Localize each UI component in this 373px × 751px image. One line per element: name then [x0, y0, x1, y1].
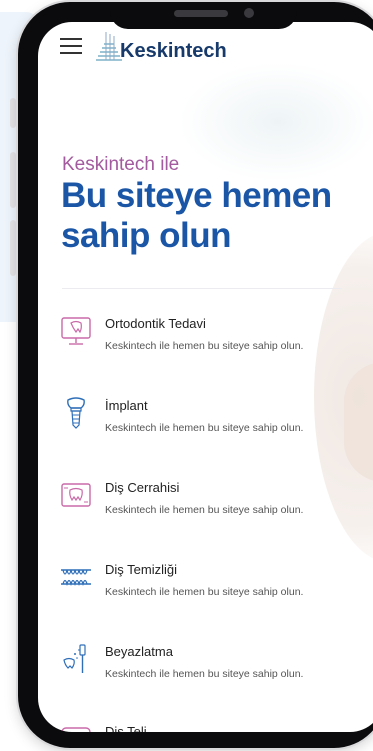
service-item-implant[interactable]: İmplant Keskintech ile hemen bu siteye s… — [60, 396, 360, 446]
service-item-beyazlatma[interactable]: Beyazlatma Keskintech ile hemen bu sitey… — [60, 642, 360, 692]
hamburger-menu-icon[interactable] — [60, 38, 82, 54]
service-title: İmplant — [105, 398, 148, 413]
whitening-brush-icon — [63, 644, 86, 673]
service-title: Diş Cerrahisi — [105, 480, 180, 495]
phone-notch — [110, 2, 297, 29]
service-title: Ortodontik Tedavi — [105, 316, 206, 331]
hero-title: Bu siteye hemen sahip olun — [61, 176, 332, 255]
hero-divider — [62, 288, 342, 289]
service-item-dis-temizligi[interactable]: Diş Temizliği Keskintech ile hemen bu si… — [60, 560, 360, 610]
service-item-dis-teli[interactable]: Diş Teli — [60, 722, 360, 732]
site-header: Keskintech — [38, 22, 373, 78]
service-title: Beyazlatma — [105, 644, 173, 659]
service-description: Keskintech ile hemen bu siteye sahip olu… — [105, 504, 304, 516]
phone-screen: Keskintech Keskintech ile Bu siteye heme… — [38, 22, 373, 732]
phone-volume-down-button — [10, 220, 16, 276]
site-logo[interactable]: Keskintech — [94, 28, 227, 64]
phone-volume-up-button — [10, 152, 16, 208]
background-watermark — [178, 62, 373, 182]
tooth-scan-icon — [61, 483, 91, 507]
phone-camera — [244, 8, 254, 18]
hero-subtitle: Keskintech ile — [62, 154, 180, 175]
viewport: Keskintech Keskintech ile Bu siteye heme… — [0, 0, 373, 751]
phone-frame: Keskintech Keskintech ile Bu siteye heme… — [18, 2, 373, 748]
service-description: Keskintech ile hemen bu siteye sahip olu… — [105, 668, 304, 680]
phone-mute-switch — [10, 98, 16, 128]
phone-speaker — [174, 10, 228, 17]
teeth-cleaning-icon — [61, 569, 91, 587]
service-description: Keskintech ile hemen bu siteye sahip olu… — [105, 340, 304, 352]
service-description: Keskintech ile hemen bu siteye sahip olu… — [105, 422, 304, 434]
service-title: Diş Temizliği — [105, 562, 177, 577]
service-title: Diş Teli — [105, 724, 147, 732]
braces-icon — [61, 727, 91, 732]
service-item-ortodontik-tedavi[interactable]: Ortodontik Tedavi Keskintech ile hemen b… — [60, 314, 360, 364]
service-description: Keskintech ile hemen bu siteye sahip olu… — [105, 586, 304, 598]
monitor-tooth-icon — [61, 317, 91, 345]
service-item-dis-cerrahisi[interactable]: Diş Cerrahisi Keskintech ile hemen bu si… — [60, 478, 360, 528]
logo-text: Keskintech — [120, 40, 227, 62]
implant-icon — [67, 397, 85, 429]
